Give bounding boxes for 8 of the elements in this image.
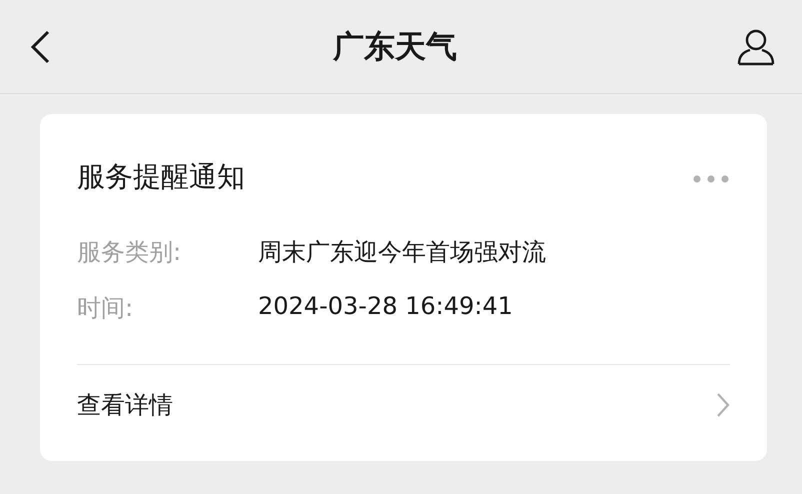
field-label: 服务类别:: [77, 237, 182, 268]
chevron-icon: [716, 392, 730, 418]
card-title: 服务提醒通知: [77, 159, 245, 195]
field-value: 2024-03-28 16:49:41: [258, 292, 514, 322]
field-value: 周末广东迎今年首场强对流: [258, 237, 547, 268]
page-title: 广东天气: [333, 28, 457, 66]
details-link[interactable]: 查看详情: [77, 365, 730, 445]
field-label: 时间:: [77, 293, 134, 324]
